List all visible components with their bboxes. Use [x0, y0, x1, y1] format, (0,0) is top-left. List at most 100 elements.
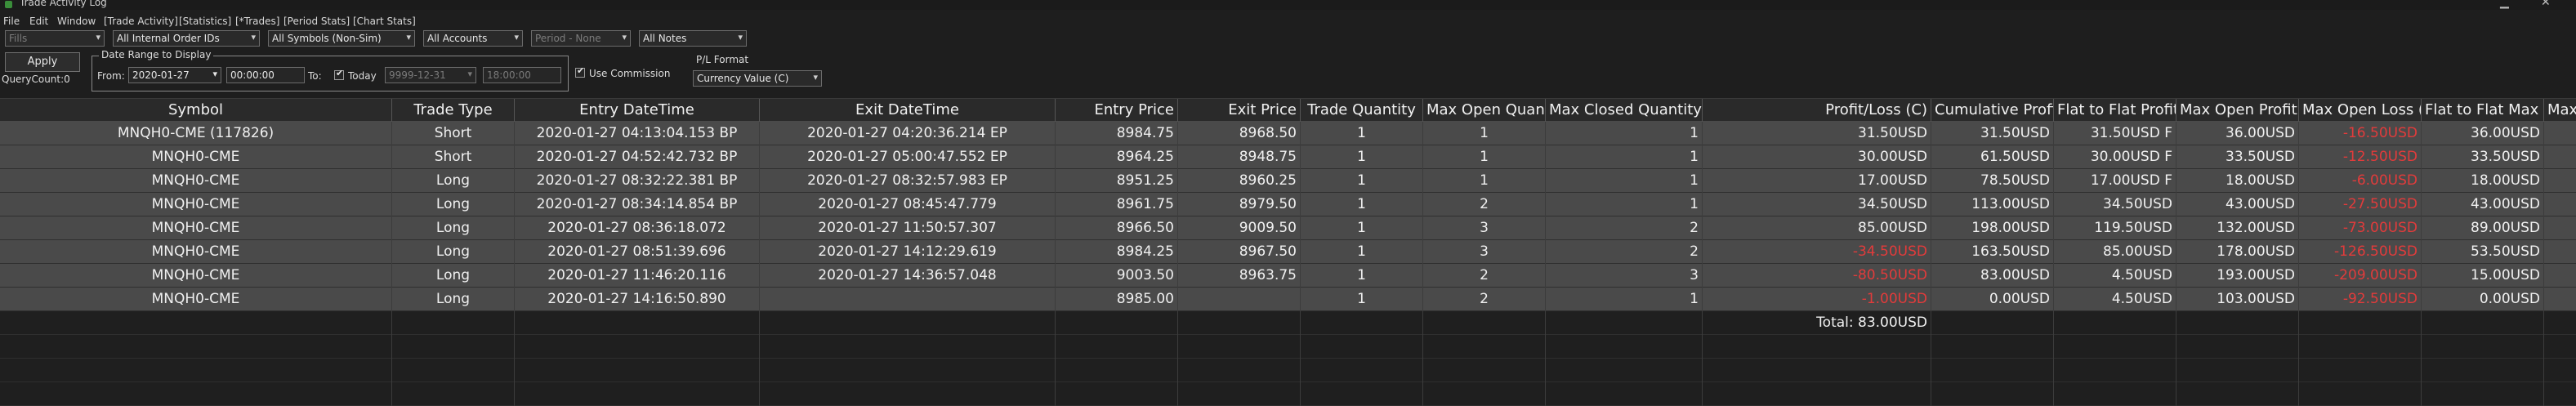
- cell-symbol: MNQH0-CME (117826): [0, 122, 392, 145]
- empty-cell: [1703, 359, 1931, 382]
- cell-cumulative-profit-loss: 0.00USD: [1931, 288, 2054, 311]
- cell-entry-datetime: 2020-01-27 08:51:39.696: [515, 240, 760, 264]
- empty-cell: [0, 335, 392, 359]
- symbols-dropdown[interactable]: All Symbols (Non-Sim) ▾: [268, 30, 415, 47]
- to-date-picker[interactable]: 9999-12-31 ▾: [385, 67, 476, 83]
- empty-cell: [1703, 335, 1931, 359]
- cell-max-closed-quantity: 2: [1546, 216, 1703, 240]
- table-row[interactable]: MNQH0-CME Long 2020-01-27 08:32:22.381 BP 2…: [0, 169, 2576, 193]
- column-header-exit-price[interactable]: Exit Price: [1178, 99, 1301, 123]
- from-time-field[interactable]: 00:00:00: [226, 67, 305, 83]
- table-row[interactable]: MNQH0-CME Long 2020-01-27 11:46:20.116 2020…: [0, 264, 2576, 288]
- cell-symbol: MNQH0-CME: [0, 169, 392, 193]
- cell-profit-loss: -1.00USD: [1703, 288, 1931, 311]
- minimize-icon[interactable]: ▁: [2500, 0, 2509, 9]
- cell-flat-to-flat-max-open-profit: 33.50USD: [2422, 145, 2544, 169]
- empty-cell: [515, 359, 760, 382]
- column-header-symbol[interactable]: Symbol: [0, 99, 392, 123]
- empty-cell: [2054, 335, 2176, 359]
- use-commission-label: Use Commission: [589, 68, 671, 79]
- column-header-entry-price[interactable]: Entry Price: [1056, 99, 1178, 123]
- accounts-dropdown[interactable]: All Accounts ▾: [423, 30, 523, 47]
- menu-period-stats[interactable]: [Period Stats]: [283, 16, 350, 27]
- column-header-cumulative-profit-loss[interactable]: Cumulative Profit/Loss (C): [1931, 99, 2054, 123]
- chevron-down-icon: ▾: [251, 32, 256, 42]
- order-id-dropdown[interactable]: All Internal Order IDs ▾: [113, 30, 260, 47]
- empty-cell: [1301, 335, 1423, 359]
- cell-max-closed-quantity: 1: [1546, 193, 1703, 216]
- column-header-max-closed-quantity[interactable]: Max Closed Quantity: [1546, 99, 1703, 123]
- cell-max-open-profit: 132.00USD: [2176, 216, 2299, 240]
- to-label: To:: [308, 70, 322, 82]
- column-header-exit-datetime[interactable]: Exit DateTime: [760, 99, 1056, 123]
- menu-trade-activity[interactable]: [Trade Activity]: [104, 16, 178, 27]
- apply-button[interactable]: Apply: [5, 52, 80, 72]
- to-time-value: 18:00:00: [487, 69, 531, 81]
- cell-flat-to-flat-profit-loss: 4.50USD: [2054, 288, 2176, 311]
- pl-format-dropdown[interactable]: Currency Value (C) ▾: [693, 70, 822, 87]
- menu-edit[interactable]: Edit: [29, 16, 48, 27]
- menu-file[interactable]: File: [3, 16, 20, 27]
- empty-cell: [392, 311, 515, 335]
- table-row[interactable]: MNQH0-CME Long 2020-01-27 14:16:50.890 8985…: [0, 288, 2576, 311]
- table-row[interactable]: MNQH0-CME Short 2020-01-27 04:52:42.732 BP…: [0, 145, 2576, 169]
- close-icon[interactable]: ✕: [2541, 0, 2551, 9]
- cell-flat-to-flat-profit-loss: 85.00USD: [2054, 240, 2176, 264]
- column-header-trade-quantity[interactable]: Trade Quantity: [1301, 99, 1423, 123]
- column-header-flat-to-flat-profit-loss[interactable]: Flat to Flat Profit/Loss (C): [2054, 99, 2176, 123]
- cell-max-open-quantity: 1: [1423, 122, 1546, 145]
- empty-cell: [515, 335, 760, 359]
- chevron-down-icon: ▾: [514, 32, 519, 42]
- table-row[interactable]: MNQH0-CME (117826) Short 2020-01-27 04:13:…: [0, 122, 2576, 145]
- cell-max-open-loss: -92.50USD: [2299, 288, 2422, 311]
- cell-exit-price: 8963.75: [1178, 264, 1301, 288]
- use-commission-checkbox[interactable]: ✔: [575, 65, 585, 78]
- total-profit-loss: Total: 83.00USD: [1703, 311, 1931, 335]
- menu-chart-stats[interactable]: [Chart Stats]: [353, 16, 416, 27]
- fills-dropdown[interactable]: Fills ▾: [5, 30, 105, 47]
- column-header-max-open-quantity[interactable]: Max Open Quantity: [1423, 99, 1546, 123]
- cell-cumulative-profit-loss: 163.50USD: [1931, 240, 2054, 264]
- cell-trade-type: Long: [392, 169, 515, 193]
- column-header-max-open-loss[interactable]: Max Open Loss (C): [2299, 99, 2422, 123]
- today-checkbox[interactable]: ✔: [334, 68, 344, 80]
- cell-trade-quantity: 1: [1301, 169, 1423, 193]
- cell-flat-to-flat-profit-loss: 17.00USD F: [2054, 169, 2176, 193]
- cell-max-open-quantity: 3: [1423, 216, 1546, 240]
- cell-flat-to-flat-max-open-profit: 53.50USD: [2422, 240, 2544, 264]
- cell-max-open-loss: -73.00USD: [2299, 216, 2422, 240]
- notes-dropdown[interactable]: All Notes ▾: [639, 30, 747, 47]
- column-header-max-open-loss-2[interactable]: Max Open Loss (C): [2544, 99, 2576, 123]
- menu-trades[interactable]: [*Trades]: [235, 16, 279, 27]
- cell-flat-to-flat-max-open-profit: 0.00USD: [2422, 288, 2544, 311]
- cell-exit-datetime: 2020-01-27 05:00:47.552 EP: [760, 145, 1056, 169]
- empty-cell: [1056, 311, 1178, 335]
- column-header-profit-loss[interactable]: Profit/Loss (C): [1703, 99, 1931, 123]
- chevron-down-icon: ▾: [467, 69, 472, 79]
- column-header-trade-type[interactable]: Trade Type: [392, 99, 515, 123]
- table-row[interactable]: MNQH0-CME Long 2020-01-27 08:36:18.072 2020…: [0, 216, 2576, 240]
- column-header-flat-to-flat-max-open-profit[interactable]: Flat to Flat Max Open Profit (C): [2422, 99, 2544, 123]
- pl-format-label: P/L Format: [696, 54, 749, 65]
- cell-max-open-loss: -16.50USD: [2299, 122, 2422, 145]
- cell-max-open-profit: 43.00USD: [2176, 193, 2299, 216]
- empty-cell: [2422, 359, 2544, 382]
- today-label: Today: [348, 70, 377, 82]
- period-dropdown[interactable]: Period - None ▾: [531, 30, 631, 47]
- empty-cell: [760, 359, 1056, 382]
- cell-trade-type: Long: [392, 264, 515, 288]
- cell-exit-datetime: [760, 288, 1056, 311]
- to-time-field[interactable]: 18:00:00: [483, 67, 561, 83]
- table-row[interactable]: MNQH0-CME Long 2020-01-27 08:51:39.696 2020…: [0, 240, 2576, 264]
- column-header-entry-datetime[interactable]: Entry DateTime: [515, 99, 760, 123]
- cell-exit-price: 9009.50: [1178, 216, 1301, 240]
- menu-window[interactable]: Window: [57, 16, 96, 27]
- cell-entry-price: 9003.50: [1056, 264, 1178, 288]
- cell-max-open-quantity: 2: [1423, 288, 1546, 311]
- cell-trade-quantity: 1: [1301, 216, 1423, 240]
- cell-exit-datetime: 2020-01-27 08:32:57.983 EP: [760, 169, 1056, 193]
- table-row[interactable]: MNQH0-CME Long 2020-01-27 08:34:14.854 BP 2…: [0, 193, 2576, 216]
- from-date-picker[interactable]: 2020-01-27 ▾: [128, 67, 221, 83]
- menu-statistics[interactable]: [Statistics]: [179, 16, 231, 27]
- column-header-max-open-profit[interactable]: Max Open Profit (C): [2176, 99, 2299, 123]
